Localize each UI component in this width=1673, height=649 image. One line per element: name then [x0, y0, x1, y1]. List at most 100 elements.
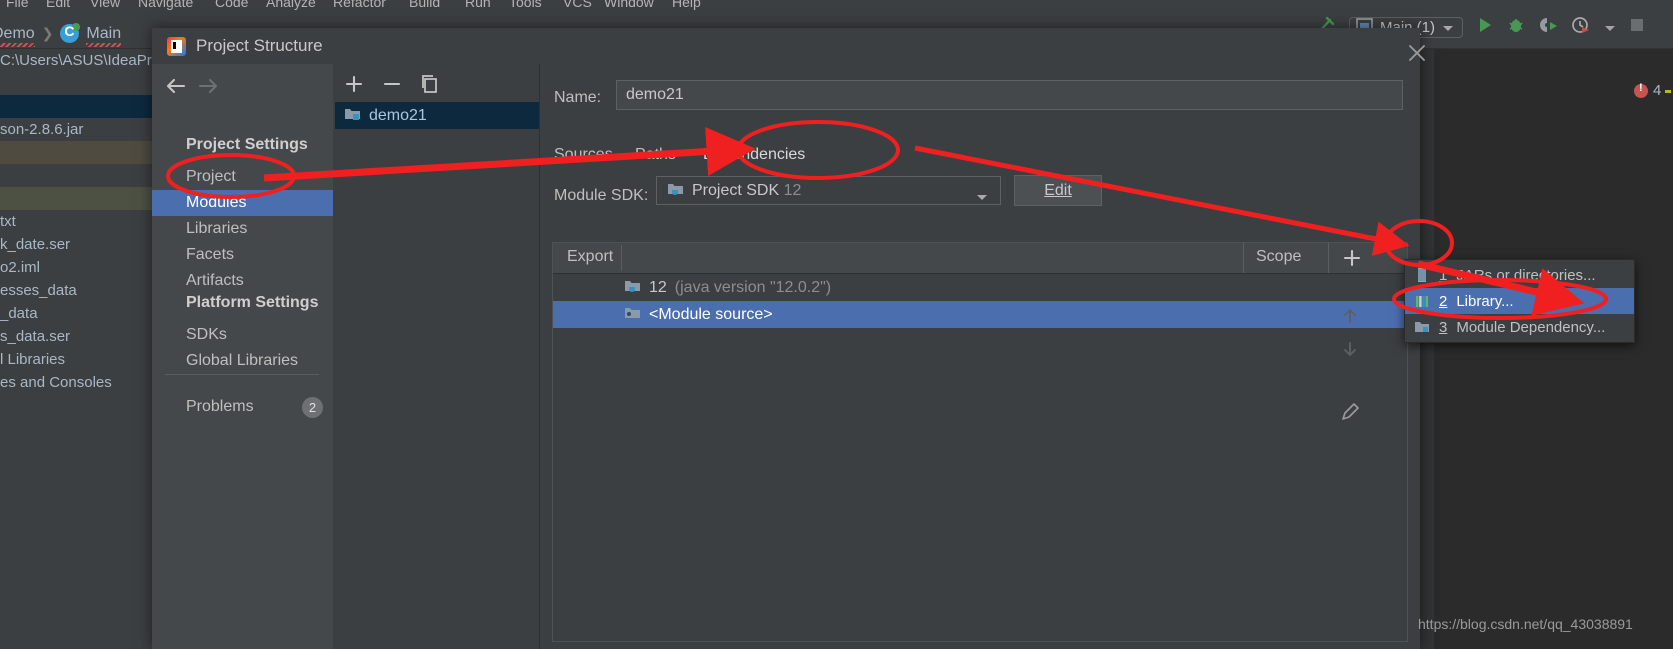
jdk-folder-icon	[624, 278, 641, 298]
tree-row-data3[interactable]: s_data.ser	[0, 325, 152, 348]
menu-item-label: Module Dependency...	[1456, 318, 1606, 336]
menu-item-label: Library...	[1456, 292, 1514, 310]
module-source-icon	[624, 305, 641, 325]
add-dependency-menu: 1 JARs or directories... 2 Library... 3 …	[1404, 259, 1635, 343]
copy-module-button[interactable]	[418, 72, 442, 96]
sidebar-item-project[interactable]: Project	[152, 164, 333, 190]
column-header-scope[interactable]: Scope	[1256, 248, 1301, 266]
debug-bug-icon[interactable]	[1507, 16, 1525, 38]
edit-sdk-button[interactable]: Edit	[1014, 175, 1102, 206]
tree-row[interactable]	[0, 164, 152, 187]
status-badge[interactable]: 4	[1634, 82, 1661, 99]
column-divider[interactable]	[1328, 243, 1329, 273]
dependency-name: 12	[649, 278, 667, 296]
module-sdk-combobox[interactable]: Project SDK 12	[656, 176, 1001, 205]
menu-item-file[interactable]: File	[6, 0, 29, 10]
editor-gutter	[1420, 49, 1434, 649]
menu-item-analyze[interactable]: Analyze	[266, 0, 316, 10]
error-exclamation-icon	[1634, 82, 1648, 98]
profiler-clock-icon[interactable]	[1571, 16, 1591, 38]
add-dependency-button[interactable]	[1339, 245, 1365, 271]
menu-item-refactor[interactable]: Refactor	[333, 0, 386, 10]
tree-row-iml[interactable]: o2.iml	[0, 256, 152, 279]
remove-module-button[interactable]	[380, 72, 404, 96]
tab-sources[interactable]: Sources	[554, 146, 613, 176]
stop-square-icon	[1629, 17, 1645, 37]
column-divider[interactable]	[621, 245, 622, 271]
breadcrumb: Demo ❯ Main	[0, 23, 121, 47]
arrow-up-icon[interactable]	[1337, 303, 1363, 329]
settings-navigation-pane: Project Settings Project Modules Librari…	[152, 64, 333, 649]
chevron-down-icon[interactable]	[1442, 19, 1454, 36]
menu-item-build[interactable]: Build	[409, 0, 440, 10]
module-sdk-label: Module SDK:	[554, 187, 649, 204]
dependencies-table[interactable]: Export Scope 12 (java version "12.0.2")	[552, 242, 1408, 642]
sidebar-item-sdks[interactable]: SDKs	[152, 322, 333, 348]
java-class-icon	[60, 23, 81, 43]
sidebar-item-artifacts[interactable]: Artifacts	[152, 268, 333, 294]
tree-row-scratch[interactable]: es and Consoles	[0, 371, 152, 394]
intellij-idea-icon	[167, 37, 186, 56]
sidebar-item-global-libraries[interactable]: Global Libraries	[152, 348, 333, 374]
menu-item-navigate[interactable]: Navigate	[138, 0, 193, 10]
sidebar-item-modules[interactable]: Modules	[152, 190, 333, 216]
add-module-button[interactable]	[342, 72, 366, 96]
warning-marker	[1665, 90, 1671, 93]
edit-button-label: Edit	[1044, 181, 1072, 199]
nav-group-project-settings: Project Settings	[186, 136, 308, 153]
close-x-icon[interactable]	[1404, 40, 1430, 66]
menu-item-edit[interactable]: Edit	[46, 0, 70, 10]
run-play-icon[interactable]	[1476, 16, 1494, 38]
tree-row-data2[interactable]: _data	[0, 302, 152, 325]
tab-paths[interactable]: Paths	[635, 146, 676, 176]
menu-item-view[interactable]: View	[90, 0, 120, 10]
tree-row[interactable]	[0, 95, 152, 118]
menu-item-library[interactable]: 2 Library...	[1405, 288, 1634, 314]
menu-item-run[interactable]: Run	[465, 0, 491, 10]
table-header: Export Scope	[553, 243, 1407, 274]
table-row[interactable]: <Module source>	[553, 301, 1407, 328]
column-header-export[interactable]: Export	[567, 248, 613, 266]
list-item[interactable]: demo21	[335, 102, 539, 129]
breadcrumb-class[interactable]: Main	[86, 25, 121, 47]
tree-row[interactable]	[0, 187, 152, 210]
editor-area[interactable]	[1420, 49, 1673, 649]
tree-row[interactable]	[0, 141, 152, 164]
module-name-input[interactable]	[616, 80, 1403, 110]
sidebar-item-facets[interactable]: Facets	[152, 242, 333, 268]
dependency-name: <Module source>	[649, 305, 773, 323]
tree-row-libs[interactable]: l Libraries	[0, 348, 152, 371]
sdk-name: Project SDK	[692, 181, 780, 199]
sidebar-item-libraries[interactable]: Libraries	[152, 216, 333, 242]
table-row[interactable]: 12 (java version "12.0.2")	[553, 274, 1407, 301]
tree-row-path[interactable]: C:\Users\ASUS\IdeaPr	[0, 49, 152, 72]
project-tool-window[interactable]: C:\Users\ASUS\IdeaPr son-2.8.6.jar txt k…	[0, 49, 153, 649]
pencil-icon[interactable]	[1337, 399, 1363, 425]
tree-row-data[interactable]: esses_data	[0, 279, 152, 302]
tree-row-jar[interactable]: son-2.8.6.jar	[0, 118, 152, 141]
menu-mnemonic: 3	[1439, 318, 1448, 336]
error-count: 4	[1653, 82, 1662, 99]
chevron-down-icon[interactable]	[1604, 19, 1616, 36]
menu-item-tools[interactable]: Tools	[509, 0, 542, 10]
menu-item-jars-or-directories[interactable]: 1 JARs or directories...	[1405, 262, 1634, 288]
modules-toolbar	[333, 64, 539, 102]
arrow-down-icon[interactable]	[1337, 336, 1363, 362]
menu-item-vcs[interactable]: VCS	[563, 0, 592, 10]
column-divider[interactable]	[1243, 243, 1244, 273]
menu-item-module-dependency[interactable]: 3 Module Dependency...	[1405, 314, 1634, 340]
run-with-coverage-icon[interactable]	[1538, 16, 1558, 38]
breadcrumb-project[interactable]: Demo	[0, 25, 35, 47]
chevron-down-icon[interactable]	[976, 188, 988, 205]
arrow-left-icon[interactable]	[162, 73, 192, 99]
arrow-right-icon[interactable]	[194, 73, 224, 99]
menu-item-window[interactable]: Window	[604, 0, 654, 10]
tree-row-ser[interactable]: k_date.ser	[0, 233, 152, 256]
tab-dependencies[interactable]: Dependencies	[690, 146, 818, 180]
watermark: https://blog.csdn.net/qq_43038891	[1418, 616, 1633, 632]
menu-item-code[interactable]: Code	[215, 0, 248, 10]
tree-row-txt[interactable]: txt	[0, 210, 152, 233]
module-sdk-value: Project SDK 12	[692, 182, 801, 200]
jdk-folder-icon	[667, 181, 684, 200]
menu-item-help[interactable]: Help	[672, 0, 701, 10]
